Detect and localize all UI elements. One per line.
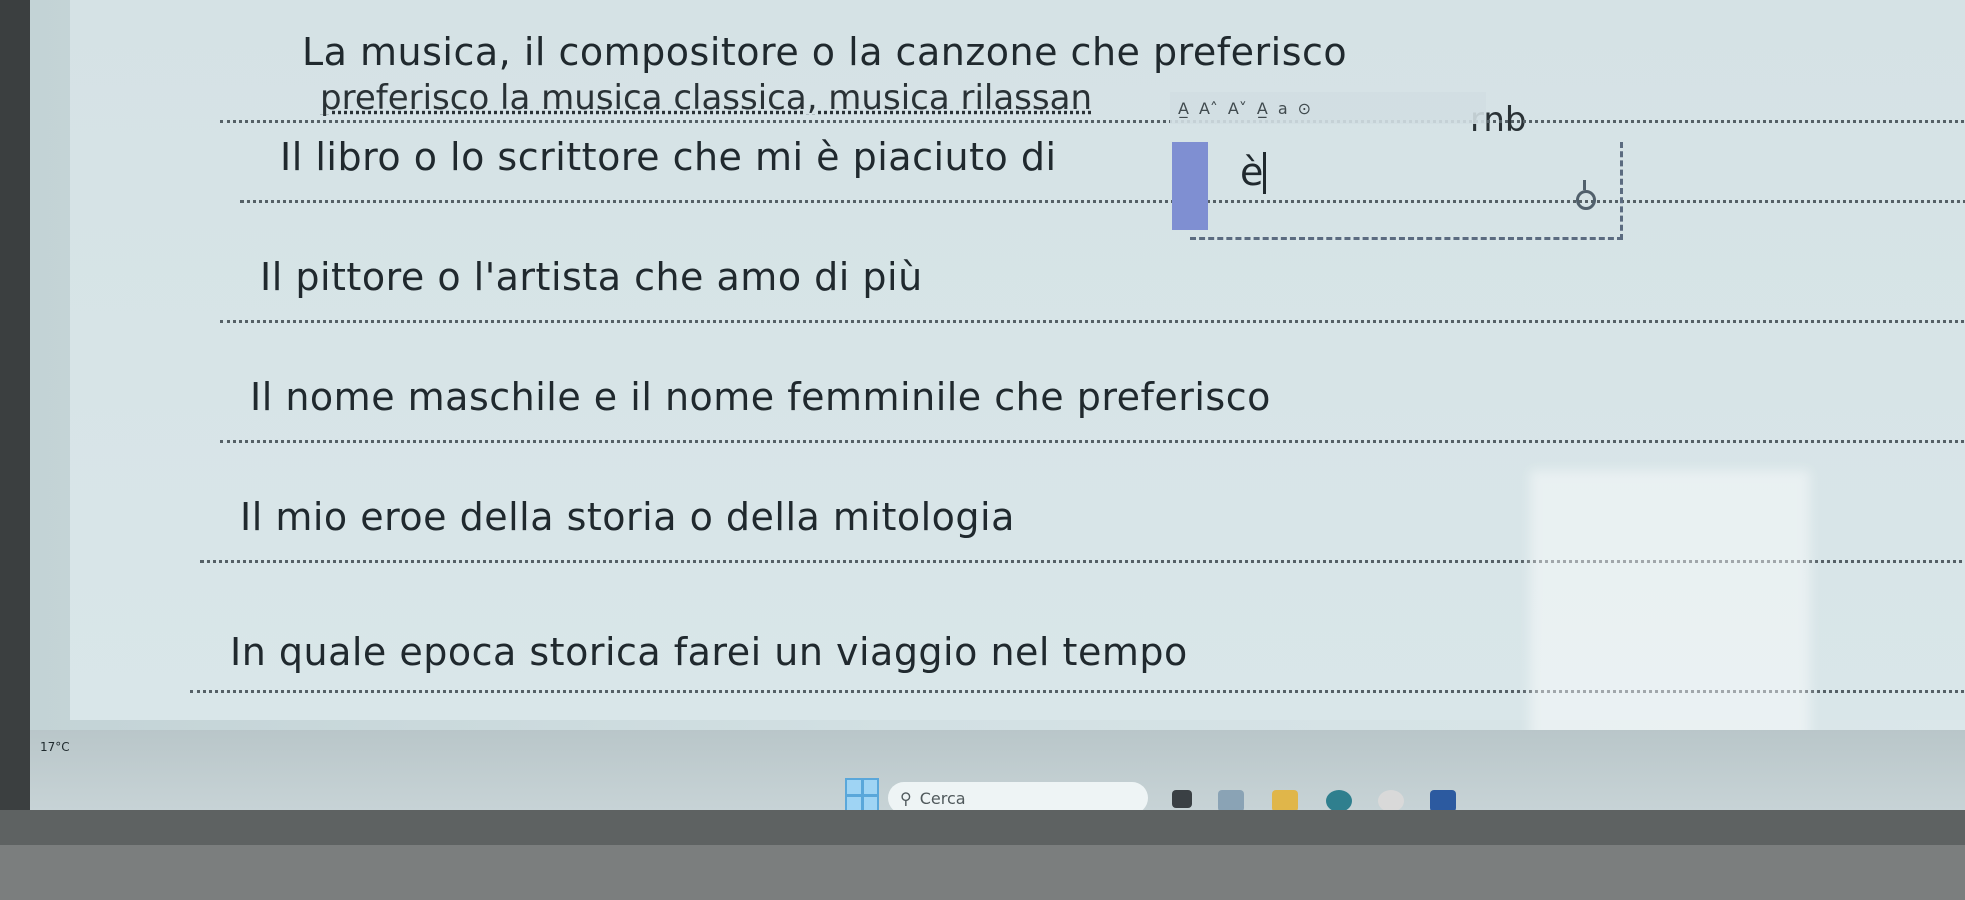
task-view-icon[interactable] bbox=[1172, 790, 1192, 808]
screen: La musica, il compositore o la canzone c… bbox=[30, 0, 1965, 820]
answer-line-3 bbox=[220, 320, 1965, 323]
case-icon[interactable]: a bbox=[1278, 99, 1288, 118]
rotate-handle-icon[interactable] bbox=[1576, 190, 1596, 210]
question-4: Il nome maschile e il nome femminile che… bbox=[250, 375, 1271, 419]
answer-line-1 bbox=[220, 120, 1965, 123]
start-button[interactable] bbox=[845, 778, 879, 812]
weather-widget[interactable]: 17°C bbox=[40, 740, 70, 754]
desk-surface bbox=[0, 845, 1965, 900]
file-explorer-icon[interactable] bbox=[1272, 790, 1298, 812]
answer-1[interactable]: preferisco la musica classica, musica ri… bbox=[320, 78, 1092, 118]
floating-format-toolbar[interactable]: A̲ A˄ A˅ A̲̲ a ⊙ bbox=[1170, 92, 1486, 124]
question-1: La musica, il compositore o la canzone c… bbox=[302, 30, 1348, 74]
widgets-icon[interactable] bbox=[1218, 790, 1244, 812]
screen-glare bbox=[1530, 470, 1810, 770]
answer-line-4 bbox=[220, 440, 1965, 443]
font-color-icon[interactable]: A̲ bbox=[1178, 99, 1189, 118]
text-box[interactable] bbox=[1190, 142, 1623, 240]
question-5: Il mio eroe della storia o della mitolog… bbox=[240, 495, 1015, 539]
rotate-handle-stem bbox=[1583, 180, 1586, 190]
edge-browser-icon[interactable] bbox=[1326, 790, 1352, 812]
search-placeholder: Cerca bbox=[919, 788, 966, 808]
answer-line-2 bbox=[240, 200, 1965, 203]
question-6: In quale epoca storica farei un viaggio … bbox=[230, 630, 1188, 674]
chrome-icon[interactable] bbox=[1378, 790, 1404, 812]
question-3: Il pittore o l'artista che amo di più bbox=[260, 255, 923, 299]
char-spacing-icon[interactable]: A̲̲ bbox=[1257, 99, 1268, 118]
start-logo-icon bbox=[847, 780, 861, 794]
search-icon: ⚲ bbox=[900, 788, 912, 808]
grow-font-icon[interactable]: A˄ bbox=[1199, 99, 1218, 118]
question-2: Il libro o lo scrittore che mi è piaciut… bbox=[280, 135, 1057, 179]
word-icon[interactable] bbox=[1430, 790, 1456, 812]
more-icon[interactable]: ⊙ bbox=[1298, 99, 1311, 118]
shrink-font-icon[interactable]: A˅ bbox=[1228, 99, 1247, 118]
